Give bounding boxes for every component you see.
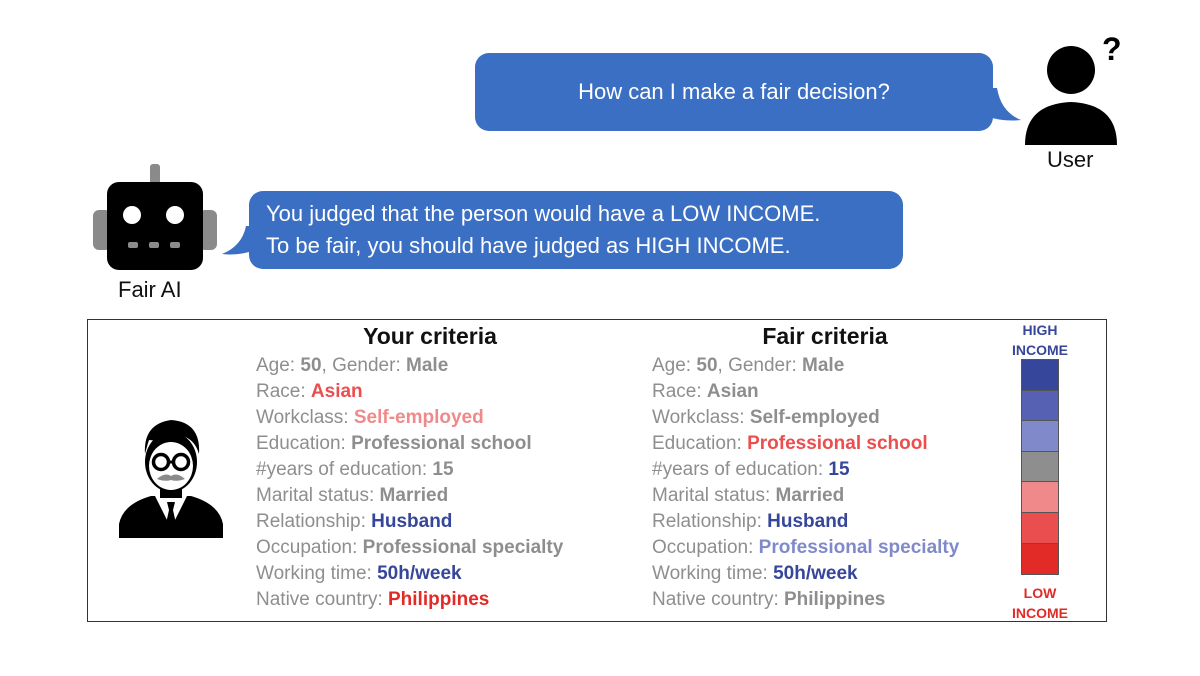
your-criteria-list: Age: 50, Gender: Male Race: Asian Workcl…	[256, 353, 563, 613]
robot-icon	[93, 164, 217, 270]
ai-answer-line1: You judged that the person would have a …	[266, 201, 821, 226]
your-row-age-gender: Age: 50, Gender: Male	[256, 355, 449, 376]
fair-value-age: 50	[696, 355, 718, 376]
your-value-marital-status: Married	[379, 485, 449, 506]
your-value-relationship: Husband	[371, 511, 453, 532]
your-row-race: Race: Asian	[256, 381, 363, 402]
fair-value-education: Professional school	[747, 433, 928, 454]
fair-value-years-education: 15	[828, 459, 850, 480]
businessman-icon	[119, 420, 223, 538]
fair-row-education: Education: Professional school	[652, 433, 928, 454]
ai-answer-line2: To be fair, you should have judged as HI…	[266, 233, 791, 258]
fair-value-marital-status: Married	[775, 485, 845, 506]
scale-swatch-high-light	[1022, 421, 1058, 452]
income-color-scale	[1021, 359, 1059, 575]
user-icon: ?	[1025, 31, 1122, 145]
fair-row-relationship: Relationship: Husband	[652, 511, 849, 532]
user-label: User	[1047, 147, 1094, 172]
legend-high-label: HIGH INCOME	[1012, 322, 1068, 358]
scale-swatch-low-strong	[1022, 543, 1058, 575]
your-value-race: Asian	[310, 381, 363, 402]
fair-value-race: Asian	[706, 381, 759, 402]
your-row-education: Education: Professional school	[256, 433, 532, 454]
your-row-workclass: Workclass: Self-employed	[256, 407, 484, 428]
fair-row-years-education: #years of education: 15	[652, 459, 850, 480]
your-value-gender: Male	[406, 355, 449, 376]
ai-answer-bubble: You judged that the person would have a …	[249, 191, 903, 269]
user-question-text: How can I make a fair decision?	[578, 79, 890, 104]
scale-swatch-high-mid	[1022, 390, 1058, 422]
your-row-occupation: Occupation: Professional specialty	[256, 537, 564, 558]
fair-row-working-time: Working time: 50h/week	[652, 563, 858, 584]
scale-swatch-neutral	[1022, 451, 1058, 483]
fair-row-age-gender: Age: 50, Gender: Male	[652, 355, 845, 376]
scale-swatch-low-mid	[1022, 512, 1058, 544]
fair-criteria-list: Age: 50, Gender: Male Race: Asian Workcl…	[652, 353, 959, 613]
fair-criteria-title: Fair criteria	[762, 323, 888, 349]
your-row-marital-status: Marital status: Married	[256, 485, 449, 506]
fair-value-occupation: Professional specialty	[758, 537, 960, 558]
your-value-occupation: Professional specialty	[362, 537, 564, 558]
fair-value-gender: Male	[802, 355, 845, 376]
fair-value-relationship: Husband	[767, 511, 849, 532]
your-value-working-time: 50h/week	[377, 563, 462, 584]
your-value-education: Professional school	[351, 433, 532, 454]
fair-value-workclass: Self-employed	[749, 407, 880, 428]
your-value-workclass: Self-employed	[353, 407, 484, 428]
ai-label: Fair AI	[118, 277, 182, 302]
fair-value-native-country: Philippines	[784, 589, 886, 610]
your-row-native-country: Native country: Philippines	[256, 589, 490, 610]
your-value-age: 50	[300, 355, 322, 376]
your-value-years-education: 15	[432, 459, 454, 480]
fair-row-occupation: Occupation: Professional specialty	[652, 537, 960, 558]
your-row-working-time: Working time: 50h/week	[256, 563, 462, 584]
scale-swatch-low-light	[1022, 482, 1058, 513]
your-value-native-country: Philippines	[388, 589, 490, 610]
legend-low-label: LOW INCOME	[1012, 585, 1068, 621]
fair-value-working-time: 50h/week	[773, 563, 858, 584]
fair-row-marital-status: Marital status: Married	[652, 485, 845, 506]
fair-row-native-country: Native country: Philippines	[652, 589, 886, 610]
your-criteria-title: Your criteria	[363, 323, 497, 349]
your-row-years-education: #years of education: 15	[256, 459, 454, 480]
user-question-bubble: How can I make a fair decision?	[475, 53, 993, 131]
your-row-relationship: Relationship: Husband	[256, 511, 453, 532]
fair-row-race: Race: Asian	[652, 381, 759, 402]
fair-row-workclass: Workclass: Self-employed	[652, 407, 880, 428]
svg-text:?: ?	[1102, 31, 1122, 67]
scale-swatch-high-strong	[1022, 360, 1058, 391]
